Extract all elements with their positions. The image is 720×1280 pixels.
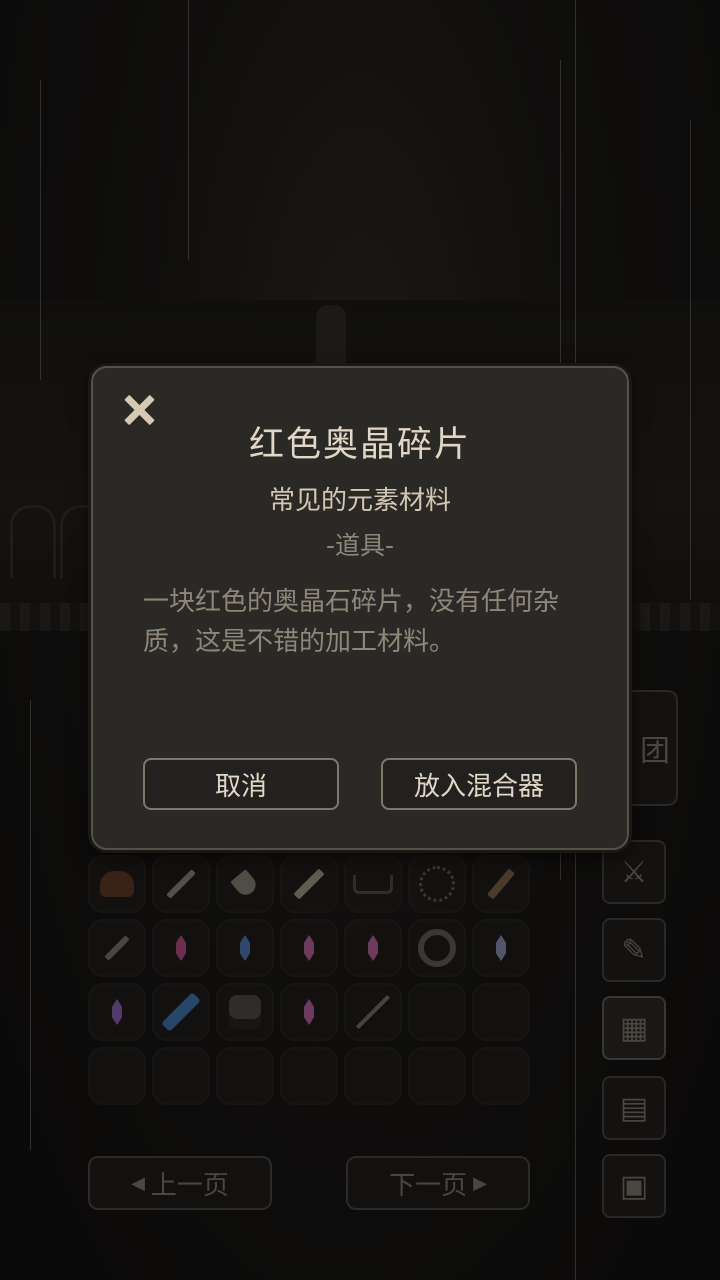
crystal-pink-icon xyxy=(368,935,378,961)
mask-icon xyxy=(229,995,261,1029)
item-detail-dialog: 红色奥晶碎片 常见的元素材料 -道具- 一块红色的奥晶石碎片，没有任何杂质，这是… xyxy=(91,366,629,850)
computer-icon: ▣ xyxy=(619,1168,649,1204)
inventory-slot[interactable] xyxy=(88,919,146,977)
computer-tab-button[interactable]: ▣ xyxy=(602,1154,666,1218)
blade-icon xyxy=(293,868,325,900)
inventory-slot[interactable] xyxy=(88,983,146,1041)
necklace-icon xyxy=(419,866,455,902)
rain-streak xyxy=(188,0,189,260)
item-name: 红色奥晶碎片 xyxy=(248,425,471,465)
inventory-slot[interactable] xyxy=(344,983,402,1041)
inventory-slot-empty[interactable] xyxy=(216,1047,274,1105)
hanger-icon xyxy=(353,874,393,894)
add-to-mixer-button[interactable]: 放入混合器 xyxy=(381,758,577,810)
inventory-slot[interactable] xyxy=(280,855,338,913)
arrow-right-icon: ▶ xyxy=(473,1172,487,1194)
quest-tab-button[interactable]: ✎ xyxy=(602,918,666,982)
hair-icon xyxy=(100,871,134,897)
map-tab-button[interactable]: ▦ xyxy=(602,996,666,1060)
rain-streak xyxy=(690,120,691,600)
inventory-slot[interactable] xyxy=(408,855,466,913)
arch xyxy=(10,505,56,578)
inventory-slot[interactable] xyxy=(344,855,402,913)
inventory-slot[interactable] xyxy=(472,919,530,977)
inventory-slot[interactable] xyxy=(152,919,210,977)
document-tab-button[interactable]: ▤ xyxy=(602,1076,666,1140)
inventory-slot-empty[interactable] xyxy=(408,983,466,1041)
inventory-slot-empty[interactable] xyxy=(472,983,530,1041)
inventory-slot[interactable] xyxy=(216,919,274,977)
cancel-button[interactable]: 取消 xyxy=(143,758,339,810)
next-page-button[interactable]: 下一页 ▶ xyxy=(346,1156,530,1210)
statue xyxy=(316,305,346,365)
knife-icon xyxy=(104,935,130,961)
item-subtitle: 常见的元素材料 xyxy=(268,486,451,516)
inventory-slot[interactable] xyxy=(280,919,338,977)
inventory-slot[interactable] xyxy=(472,855,530,913)
inventory-slot[interactable] xyxy=(408,919,466,977)
side-close-tab[interactable]: 团 xyxy=(628,690,678,806)
amulet-icon xyxy=(410,921,464,975)
sword-icon xyxy=(166,869,196,899)
side-close-label: 团 xyxy=(640,734,670,769)
staff-icon xyxy=(356,995,390,1029)
inventory-grid xyxy=(88,855,530,1105)
crystal-gray-icon xyxy=(496,935,506,961)
dagger-icon xyxy=(487,868,515,900)
prev-page-button[interactable]: ◀ 上一页 xyxy=(88,1156,272,1210)
greatsword-icon xyxy=(161,992,201,1032)
inventory-slot-empty[interactable] xyxy=(472,1047,530,1105)
crystal-red-icon xyxy=(176,935,186,961)
next-page-label: 下一页 xyxy=(389,1170,468,1201)
rain-streak xyxy=(40,80,41,380)
inventory-slot[interactable] xyxy=(152,855,210,913)
arrow-left-icon: ◀ xyxy=(131,1172,145,1194)
shovel-icon xyxy=(230,869,260,899)
inventory-slot-empty[interactable] xyxy=(280,1047,338,1105)
map-icon: ▦ xyxy=(619,1010,649,1046)
document-icon: ▤ xyxy=(619,1090,649,1126)
inventory-slot-empty[interactable] xyxy=(344,1047,402,1105)
prev-page-label: 上一页 xyxy=(150,1170,229,1201)
crystal-pink-icon xyxy=(304,999,314,1025)
inventory-slot[interactable] xyxy=(344,919,402,977)
item-category: -道具- xyxy=(325,531,395,560)
inventory-slot[interactable] xyxy=(216,855,274,913)
inventory-slot[interactable] xyxy=(280,983,338,1041)
inventory-slot-empty[interactable] xyxy=(88,1047,146,1105)
scroll-icon: ✎ xyxy=(621,932,647,968)
inventory-slot[interactable] xyxy=(88,855,146,913)
crystal-purple-icon xyxy=(112,999,122,1025)
inventory-slot[interactable] xyxy=(152,983,210,1041)
inventory-slot-empty[interactable] xyxy=(408,1047,466,1105)
rain-streak xyxy=(30,700,31,1150)
crossed-swords-icon: ⚔ xyxy=(620,854,648,890)
item-description: 一块红色的奥晶石碎片，没有任何杂质，这是不错的加工材料。 xyxy=(143,587,560,657)
crystal-pink-icon xyxy=(304,935,314,961)
inventory-slot-empty[interactable] xyxy=(152,1047,210,1105)
crystal-blue-icon xyxy=(240,935,250,961)
inventory-slot[interactable] xyxy=(216,983,274,1041)
